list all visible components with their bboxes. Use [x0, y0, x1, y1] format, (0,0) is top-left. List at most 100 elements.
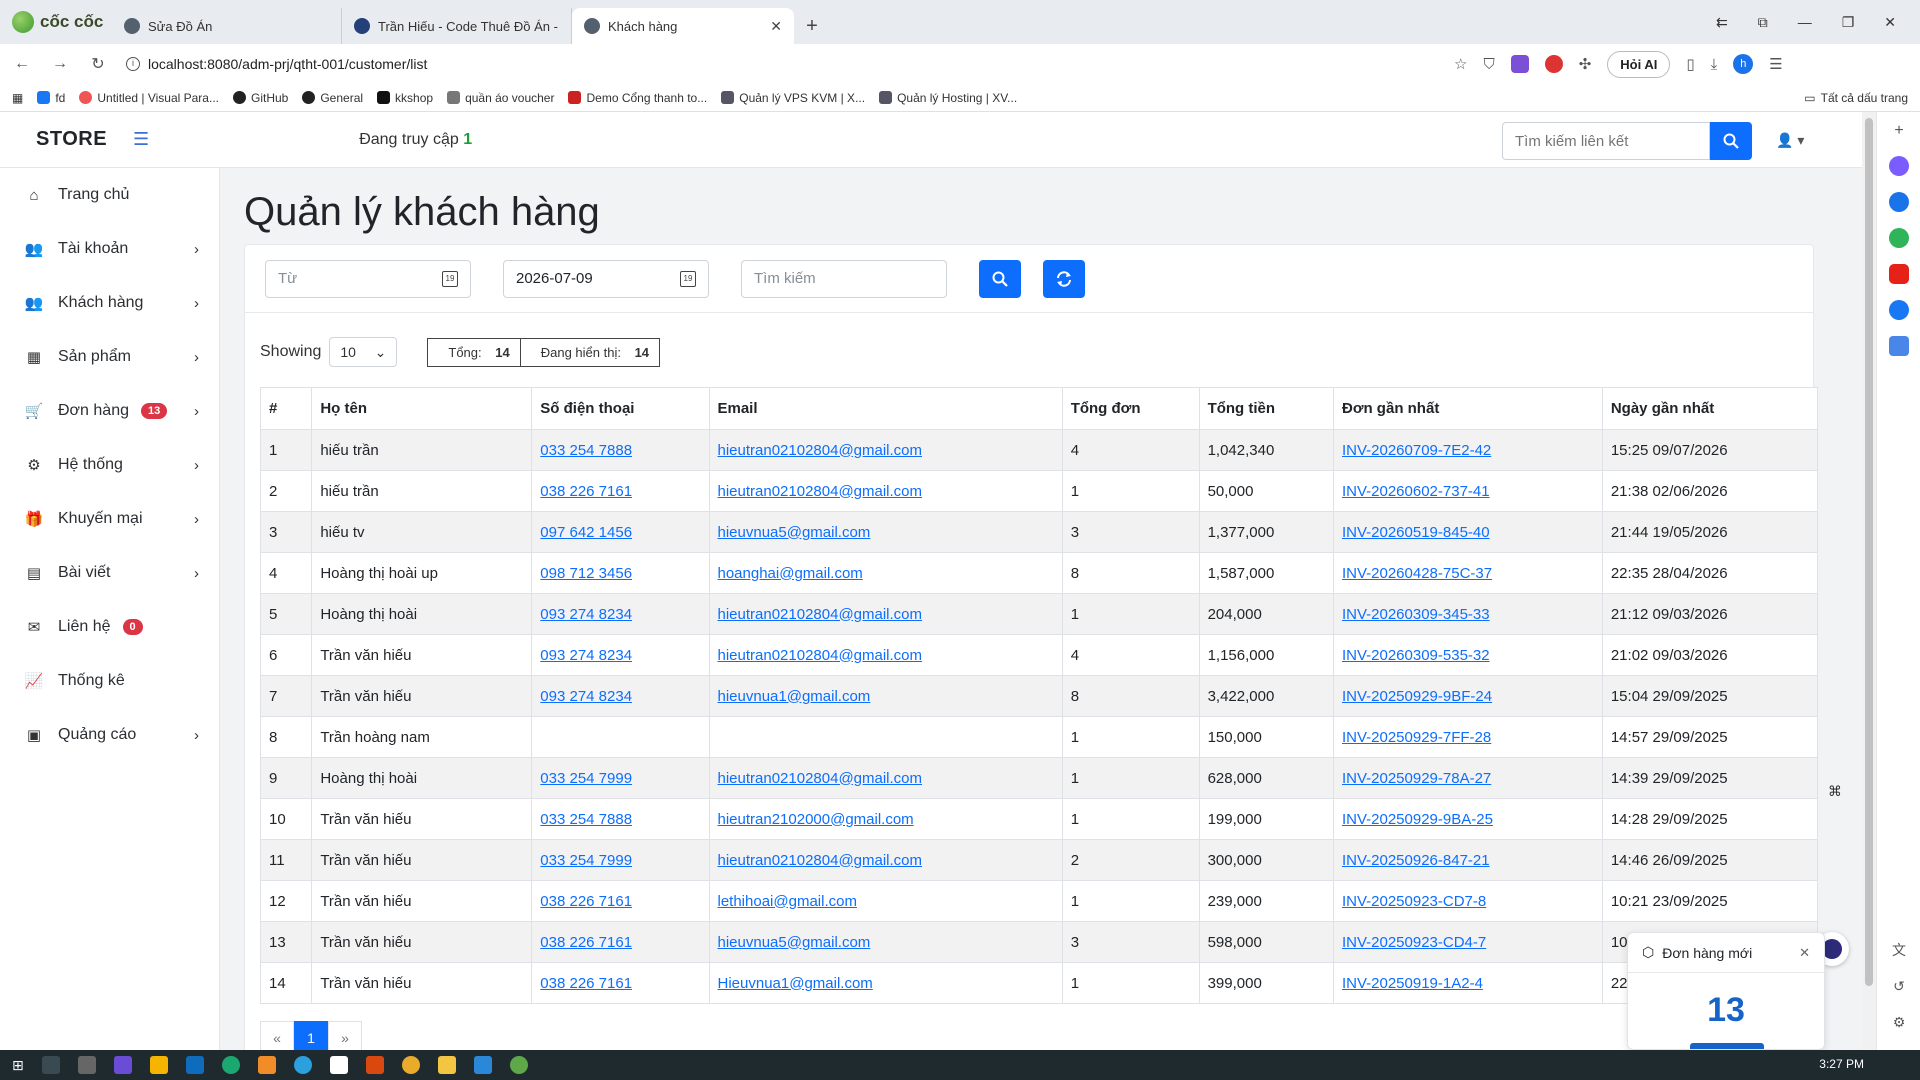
prev-page-button[interactable]: « [260, 1021, 294, 1050]
email-link[interactable]: hieutran02102804@gmail.com [718, 770, 923, 787]
email-link[interactable]: hoanghai@gmail.com [718, 565, 863, 582]
latest-order-link[interactable]: INV-20250919-1A2-4 [1342, 975, 1483, 992]
close-tab-icon[interactable]: ✕ [770, 18, 782, 35]
sidebar-item-customers[interactable]: 👥 Khách hàng › [0, 276, 219, 330]
minimize-icon[interactable]: — [1798, 14, 1812, 30]
bookmark-item[interactable]: GitHub [232, 91, 288, 105]
email-link[interactable]: hieutran02102804@gmail.com [718, 483, 923, 500]
bookmark-item[interactable]: Quản lý Hosting | XV... [879, 91, 1017, 105]
tab-khach-hang[interactable]: Khách hàng ✕ [572, 8, 794, 44]
hamburger-icon[interactable]: ☰ [133, 129, 149, 150]
sidebar-item-system[interactable]: ⚙ Hệ thống › [0, 438, 219, 492]
latest-order-link[interactable]: INV-20250929-9BA-25 [1342, 811, 1493, 828]
store-logo[interactable]: STORE [36, 128, 107, 151]
email-link[interactable]: lethihoai@gmail.com [718, 893, 857, 910]
email-link[interactable]: hieutran2102000@gmail.com [718, 811, 914, 828]
latest-order-link[interactable]: INV-20260309-535-32 [1342, 647, 1490, 664]
phone-link[interactable]: 093 274 8234 [540, 606, 632, 623]
settings-icon[interactable]: ⚙ [1889, 1014, 1909, 1034]
sidebar-item-orders[interactable]: 🛒 Đơn hàng 13 › [0, 384, 219, 438]
phone-link[interactable]: 033 254 7888 [540, 442, 632, 459]
sidebar-item-accounts[interactable]: 👥 Tài khoản › [0, 222, 219, 276]
extension-v-icon[interactable] [1510, 55, 1529, 73]
taskbar-app-icon[interactable] [365, 1056, 384, 1074]
all-bookmarks[interactable]: ▭ Tất cả dấu trang [1804, 91, 1908, 105]
email-link[interactable]: hieuvnua5@gmail.com [718, 524, 871, 541]
game-icon[interactable] [1889, 228, 1909, 248]
link-search-input[interactable] [1502, 122, 1710, 160]
windows-start-icon[interactable]: ⊞ [12, 1057, 24, 1074]
file-explorer-icon[interactable] [437, 1056, 456, 1074]
taskbar-app-icon[interactable] [113, 1056, 132, 1074]
latest-order-link[interactable]: INV-20260602-737-41 [1342, 483, 1490, 500]
shield-icon[interactable]: ⛉ [1483, 56, 1494, 73]
telegram-icon[interactable] [293, 1056, 312, 1074]
email-link[interactable]: hieutran02102804@gmail.com [718, 606, 923, 623]
phone-link[interactable]: 038 226 7161 [540, 483, 632, 500]
tab-tran-hieu[interactable]: Trần Hiếu - Code Thuê Đồ Án - J [342, 8, 572, 44]
latest-order-link[interactable]: INV-20250929-9BF-24 [1342, 688, 1492, 705]
phone-link[interactable]: 033 254 7999 [540, 852, 632, 869]
latest-order-link[interactable]: INV-20250929-7FF-28 [1342, 729, 1491, 746]
email-link[interactable]: hieuvnua5@gmail.com [718, 934, 871, 951]
back-icon[interactable]: ← [12, 55, 32, 73]
url-field[interactable]: i localhost:8080/adm-prj/qtht-001/custom… [126, 56, 1436, 72]
vscode-icon[interactable] [473, 1056, 492, 1074]
phone-link[interactable]: 033 254 7888 [540, 811, 632, 828]
bookmark-item[interactable]: Quản lý VPS KVM | X... [721, 91, 865, 105]
sidebar-item-posts[interactable]: ▤ Bài viết › [0, 546, 219, 600]
latest-order-link[interactable]: INV-20250923-CD4-7 [1342, 934, 1486, 951]
latest-order-link[interactable]: INV-20250926-847-21 [1342, 852, 1490, 869]
bookmark-item[interactable]: quần áo voucher [447, 91, 554, 105]
close-icon[interactable]: ✕ [1799, 945, 1810, 961]
star-icon[interactable]: ☆ [1454, 55, 1467, 73]
bookmark-item[interactable]: Demo Cổng thanh to... [568, 91, 707, 105]
zalo-icon[interactable] [1889, 192, 1909, 212]
history-icon[interactable]: ↺ [1889, 978, 1909, 998]
refresh-button[interactable] [1043, 259, 1085, 298]
facebook-icon[interactable] [1889, 300, 1909, 320]
sidebar-item-promotions[interactable]: 🎁 Khuyến mại › [0, 492, 219, 546]
restore-icon[interactable]: ❐ [1842, 14, 1855, 31]
language-icon[interactable]: 文 [1889, 940, 1909, 960]
from-date-input[interactable]: Từ 19 [265, 259, 471, 298]
email-link[interactable]: hieutran02102804@gmail.com [718, 647, 923, 664]
latest-order-link[interactable]: INV-20260309-345-33 [1342, 606, 1490, 623]
taskbar-app-icon[interactable] [329, 1056, 348, 1074]
youtube-icon[interactable] [1889, 264, 1909, 284]
latest-order-link[interactable]: INV-20250923-CD7-8 [1342, 893, 1486, 910]
calendar-icon[interactable]: 19 [680, 270, 696, 287]
scrollbar-thumb[interactable] [1865, 118, 1873, 986]
outlook-icon[interactable] [185, 1056, 204, 1074]
new-tab-button[interactable]: + [794, 8, 830, 44]
calendar-icon[interactable]: 19 [442, 270, 458, 287]
ask-ai-button[interactable]: Hỏi AI [1607, 50, 1671, 78]
close-window-icon[interactable]: ✕ [1884, 14, 1896, 31]
puzzle-icon[interactable]: ✣ [1579, 55, 1592, 73]
latest-order-link[interactable]: INV-20250929-78A-27 [1342, 770, 1491, 787]
phone-link[interactable]: 038 226 7161 [540, 934, 632, 951]
profile-avatar[interactable]: h [1733, 54, 1754, 74]
phone-link[interactable]: 093 274 8234 [540, 647, 632, 664]
email-link[interactable]: hieutran02102804@gmail.com [718, 852, 923, 869]
phone-link[interactable]: 038 226 7161 [540, 893, 632, 910]
edge-icon[interactable] [221, 1056, 240, 1074]
sidebar-item-products[interactable]: ▦ Sản phẩm › [0, 330, 219, 384]
filter-search-button[interactable] [979, 259, 1021, 298]
bookmark-item[interactable]: kkshop [377, 91, 433, 105]
apps-grid-icon[interactable]: ▦ [12, 91, 23, 105]
taskbar-app-icon[interactable] [77, 1056, 96, 1074]
add-icon[interactable]: + [1889, 122, 1909, 142]
latest-order-link[interactable]: INV-20260519-845-40 [1342, 524, 1490, 541]
task-view-icon[interactable] [41, 1056, 60, 1074]
page-scrollbar[interactable] [1862, 112, 1876, 1050]
forward-icon[interactable]: → [50, 55, 70, 73]
next-page-button[interactable]: » [328, 1021, 362, 1050]
messenger-icon[interactable] [1889, 156, 1909, 176]
bookmark-item[interactable]: General [302, 91, 363, 105]
chrome-icon[interactable] [401, 1056, 420, 1074]
latest-order-link[interactable]: INV-20260428-75C-37 [1342, 565, 1492, 582]
phone-link[interactable]: 038 226 7161 [540, 975, 632, 992]
email-link[interactable]: hieutran02102804@gmail.com [718, 442, 923, 459]
taskbar-app-icon[interactable] [149, 1056, 168, 1074]
